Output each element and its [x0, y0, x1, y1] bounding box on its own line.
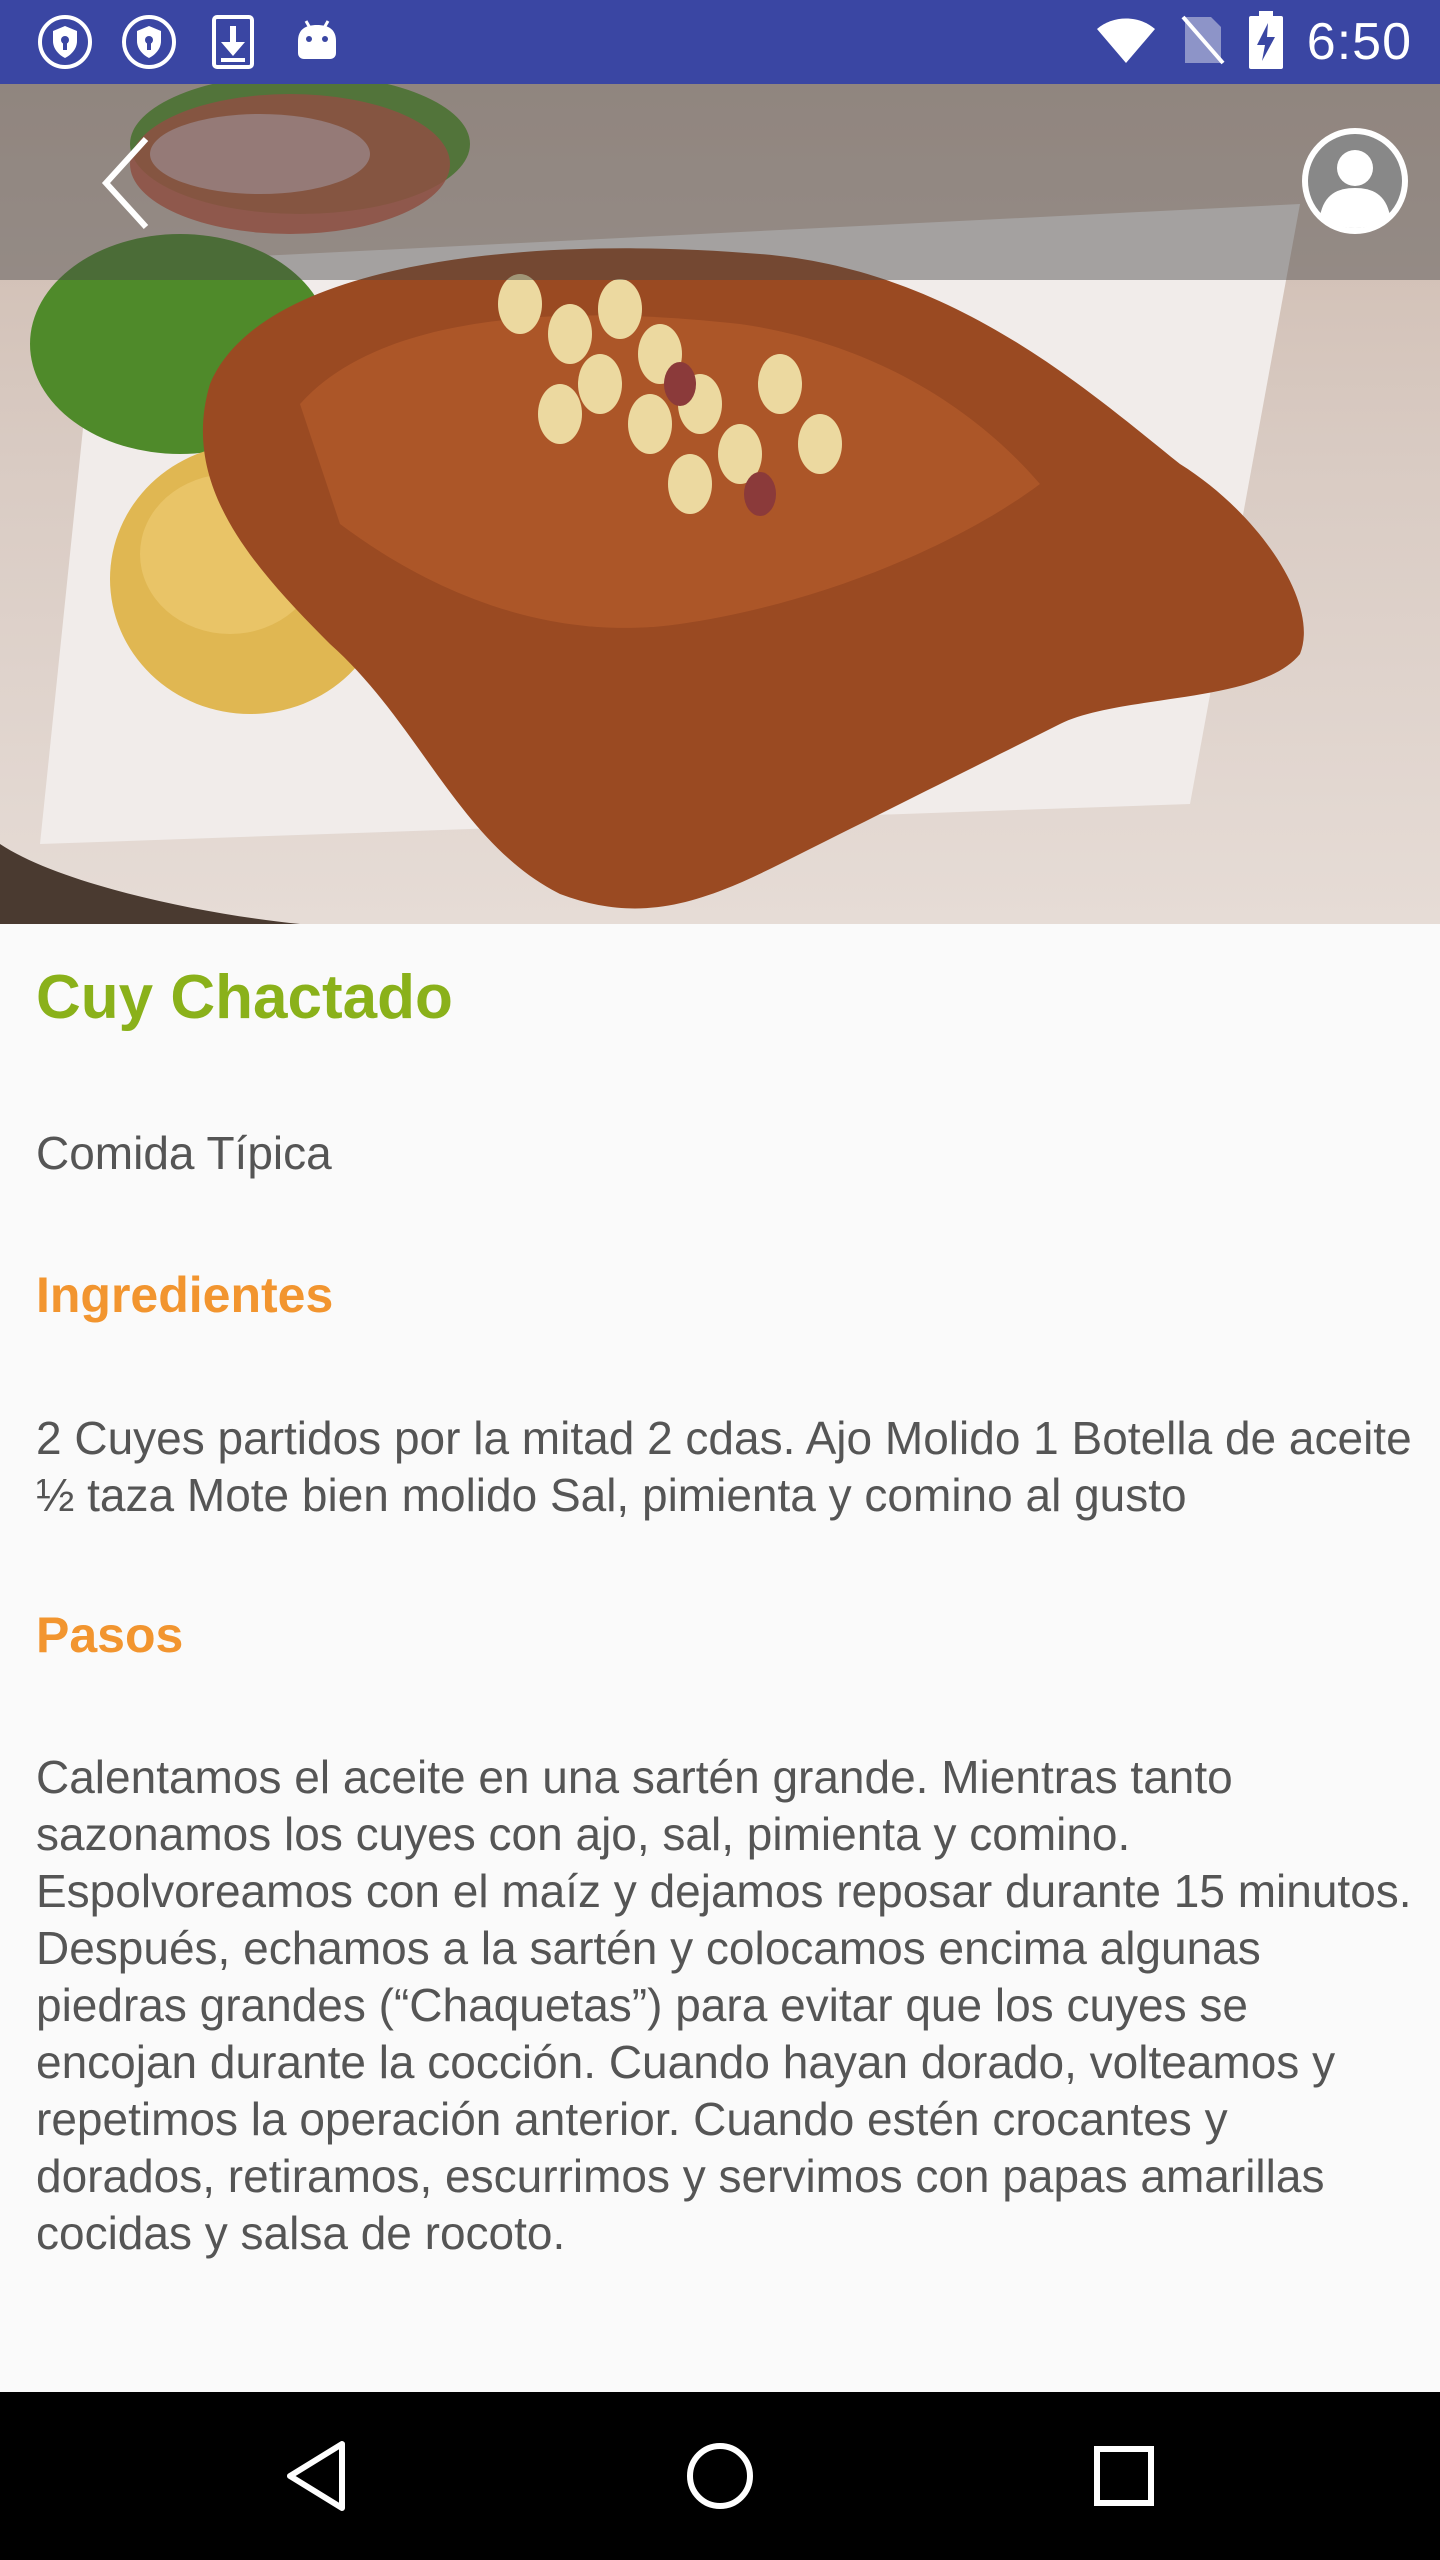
ingredients-text: 2 Cuyes partidos por la mitad 2 cdas. Aj…	[36, 1412, 1412, 1521]
recipe-title: Cuy Chactado	[36, 963, 453, 1032]
android-icon	[286, 14, 348, 70]
status-time: 6:50	[1306, 13, 1412, 71]
steps-text: Calentamos el aceite en una sartén grand…	[36, 1751, 1412, 2259]
nav-home-button[interactable]	[670, 2426, 770, 2526]
shield-notification-icon	[118, 14, 180, 70]
no-sim-icon	[1181, 13, 1225, 72]
home-circle-icon	[687, 2443, 753, 2509]
status-bar: 6:50	[0, 0, 1440, 84]
shield-notification-icon	[34, 14, 96, 70]
app-bar	[0, 84, 1440, 280]
chevron-left-icon	[101, 136, 149, 230]
system-nav-bar	[0, 2392, 1440, 2560]
steps-heading: Pasos	[36, 1607, 184, 1663]
profile-button[interactable]	[1298, 124, 1412, 238]
status-bar-system: 6:50	[1095, 10, 1412, 74]
download-icon	[202, 14, 264, 70]
wifi-icon	[1095, 15, 1157, 70]
ingredients-heading: Ingredientes	[36, 1267, 334, 1323]
status-bar-notifications	[34, 14, 348, 70]
nav-back-button[interactable]	[266, 2426, 366, 2526]
recipe-category: Comida Típica	[36, 1127, 332, 1179]
nav-recents-button[interactable]	[1074, 2426, 1174, 2526]
user-avatar-icon	[1302, 128, 1408, 234]
back-triangle-icon	[287, 2441, 345, 2511]
recents-square-icon	[1094, 2446, 1154, 2506]
battery-charging-icon	[1248, 10, 1283, 74]
back-button[interactable]	[88, 128, 164, 238]
